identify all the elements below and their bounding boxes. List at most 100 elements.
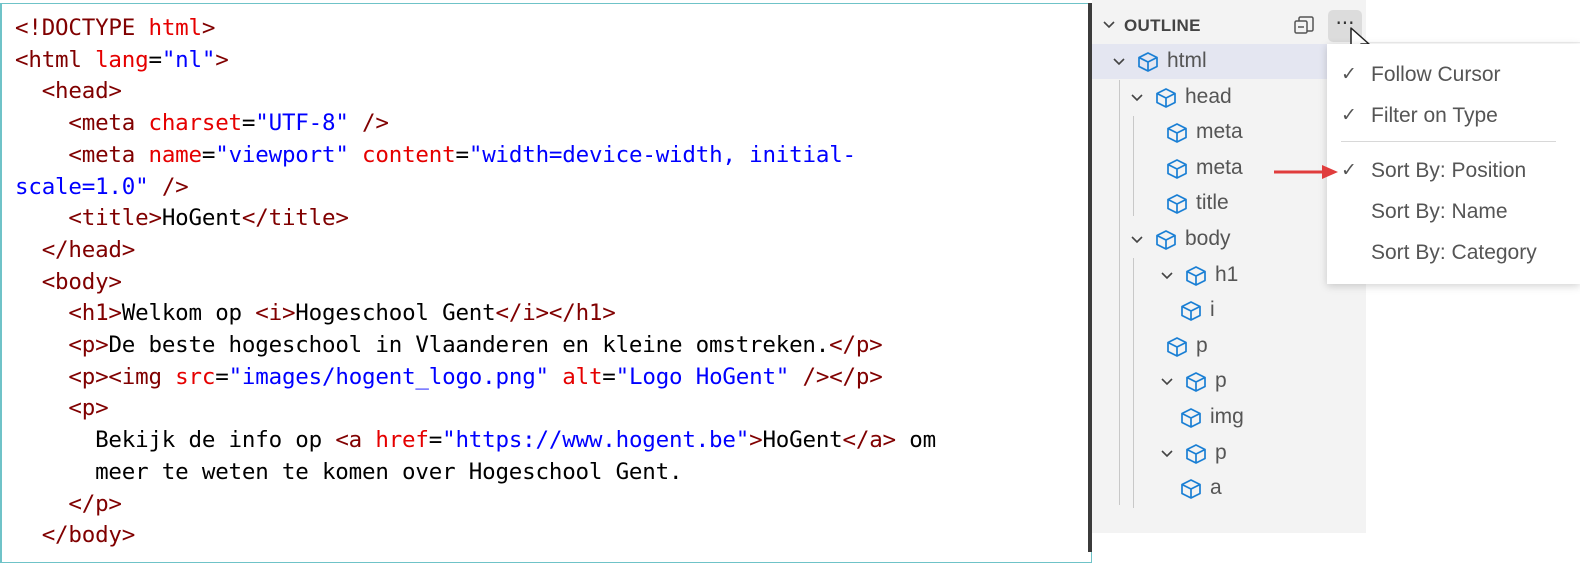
chevron-down-icon[interactable]	[1160, 447, 1174, 461]
code-token: name	[148, 141, 202, 168]
menu-item-sort-by-name[interactable]: Sort By: Name	[1327, 194, 1580, 230]
code-line[interactable]: <body>	[15, 266, 122, 298]
code-token: lang	[95, 46, 149, 73]
menu-item-sort-by-category[interactable]: Sort By: Category	[1327, 235, 1580, 271]
code-token: =	[201, 141, 216, 168]
outline-item-label: title	[1196, 191, 1229, 215]
code-line[interactable]: scale=1.0" />	[15, 171, 189, 203]
outline-options-menu: ✓ Follow Cursor ✓ Filter on Type ✓ Sort By: P…	[1327, 44, 1580, 284]
code-line[interactable]: <html lang="nl">	[15, 44, 229, 76]
code-token: HoGent	[762, 427, 843, 454]
code-token: />	[348, 110, 389, 137]
chevron-down-icon[interactable]	[1160, 375, 1174, 389]
code-token: =	[215, 363, 229, 390]
symbol-field-cube-icon	[1186, 443, 1206, 464]
outline-item-label: head	[1185, 84, 1232, 108]
code-token: =	[455, 141, 469, 168]
chevron-down-icon[interactable]	[1130, 91, 1144, 105]
code-token: >	[215, 46, 229, 73]
symbol-field-cube-icon	[1181, 301, 1201, 322]
menu-item-follow-cursor[interactable]: ✓ Follow Cursor	[1327, 57, 1580, 93]
outline-header[interactable]: OUTLINE ···	[1092, 10, 1366, 44]
chevron-down-icon[interactable]	[1130, 233, 1144, 247]
code-token: >	[201, 15, 216, 41]
chevron-down-icon[interactable]	[1112, 55, 1126, 69]
code-token: =	[602, 363, 616, 390]
code-line[interactable]: <title>HoGent</title>	[15, 202, 349, 234]
code-line[interactable]: <p>De beste hogeschool in Vlaanderen en …	[15, 329, 882, 361]
code-token: <body>	[41, 268, 122, 295]
code-line[interactable]: </body>	[15, 519, 136, 551]
code-token: "Logo HoGent"	[615, 363, 790, 390]
menu-item-sort-by-position[interactable]: ✓ Sort By: Position	[1327, 153, 1580, 189]
code-token: />	[148, 173, 189, 200]
code-token: </title>	[241, 205, 349, 232]
code-line[interactable]: </head>	[15, 234, 136, 266]
menu-item-filter-on-type[interactable]: ✓ Filter on Type	[1327, 98, 1580, 134]
code-token: "viewport"	[215, 141, 349, 168]
menu-separator	[1341, 141, 1556, 142]
menu-item-label: Sort By: Position	[1371, 159, 1527, 182]
code-token: De beste hogeschool in Vlaanderen en kle…	[108, 332, 830, 358]
code-token: =	[241, 110, 256, 137]
chevron-down-icon[interactable]	[1102, 18, 1116, 32]
code-line[interactable]: <p><img src="images/hogent_logo.png" alt…	[15, 361, 883, 393]
chevron-down-icon[interactable]	[1160, 269, 1174, 283]
code-token: html	[148, 15, 202, 41]
code-line[interactable]: <meta name="viewport" content="width=dev…	[15, 139, 856, 171]
symbol-field-cube-icon	[1181, 408, 1201, 428]
code-token: Bekijk de info op	[15, 427, 336, 454]
code-token: <i>	[255, 300, 296, 327]
symbol-field-cube-icon	[1156, 87, 1176, 108]
outline-item-label: i	[1210, 298, 1215, 322]
menu-item-label: Sort By: Category	[1371, 241, 1537, 264]
menu-item-label: Sort By: Name	[1371, 200, 1508, 223]
code-line[interactable]: meer te weten te komen over Hogeschool G…	[15, 456, 682, 488]
code-token: >	[749, 427, 763, 454]
outline-item-label: meta	[1196, 155, 1243, 179]
outline-item-body[interactable]: body	[1092, 222, 1366, 257]
code-token: charset	[148, 110, 242, 137]
code-token: </head>	[41, 236, 136, 263]
code-token: HoGent	[161, 205, 242, 232]
code-token: </body>	[41, 522, 136, 549]
code-token: </p>	[68, 490, 122, 517]
code-line[interactable]: <p>	[15, 392, 108, 424]
collapse-all-icon[interactable]	[1292, 14, 1316, 38]
code-token: "https://www.hogent.be"	[442, 427, 750, 454]
code-token: =	[148, 46, 162, 73]
code-token: <p>	[68, 332, 109, 358]
code-token: "width=device-width, initial-	[468, 141, 856, 168]
code-token: Hogeschool Gent	[295, 300, 496, 327]
symbol-field-cube-icon	[1167, 123, 1187, 144]
annotation-arrow-icon	[1274, 165, 1338, 179]
code-token: <p><img	[68, 363, 176, 390]
menu-item-label: Filter on Type	[1371, 104, 1498, 127]
code-token: <meta	[68, 110, 149, 137]
code-line[interactable]: <head>	[15, 75, 122, 107]
outline-item-head[interactable]: head	[1092, 80, 1366, 115]
code-line[interactable]: <h1>Welkom op <i>Hogeschool Gent</i></h1…	[15, 297, 615, 329]
code-token: "images/hogent_logo.png"	[228, 363, 550, 390]
code-token: /></p>	[789, 363, 883, 390]
symbol-field-cube-icon	[1167, 158, 1187, 179]
code-line[interactable]: <!DOCTYPE html>	[15, 12, 215, 44]
indent-guide	[1133, 116, 1134, 216]
code-token: <h1>	[68, 300, 122, 327]
outline-item-label: meta	[1196, 120, 1243, 144]
symbol-field-cube-icon	[1156, 230, 1176, 250]
code-token: =	[428, 427, 443, 454]
outline-item-label: img	[1210, 405, 1244, 428]
outline-item-html[interactable]: html	[1092, 44, 1366, 79]
code-line[interactable]: </p>	[15, 488, 122, 520]
outline-title: OUTLINE	[1124, 16, 1201, 35]
code-line[interactable]: <meta charset="UTF-8" />	[15, 107, 389, 139]
code-line[interactable]: Bekijk de info op <a href="https://www.h…	[15, 424, 936, 456]
indent-guide	[1119, 80, 1120, 505]
